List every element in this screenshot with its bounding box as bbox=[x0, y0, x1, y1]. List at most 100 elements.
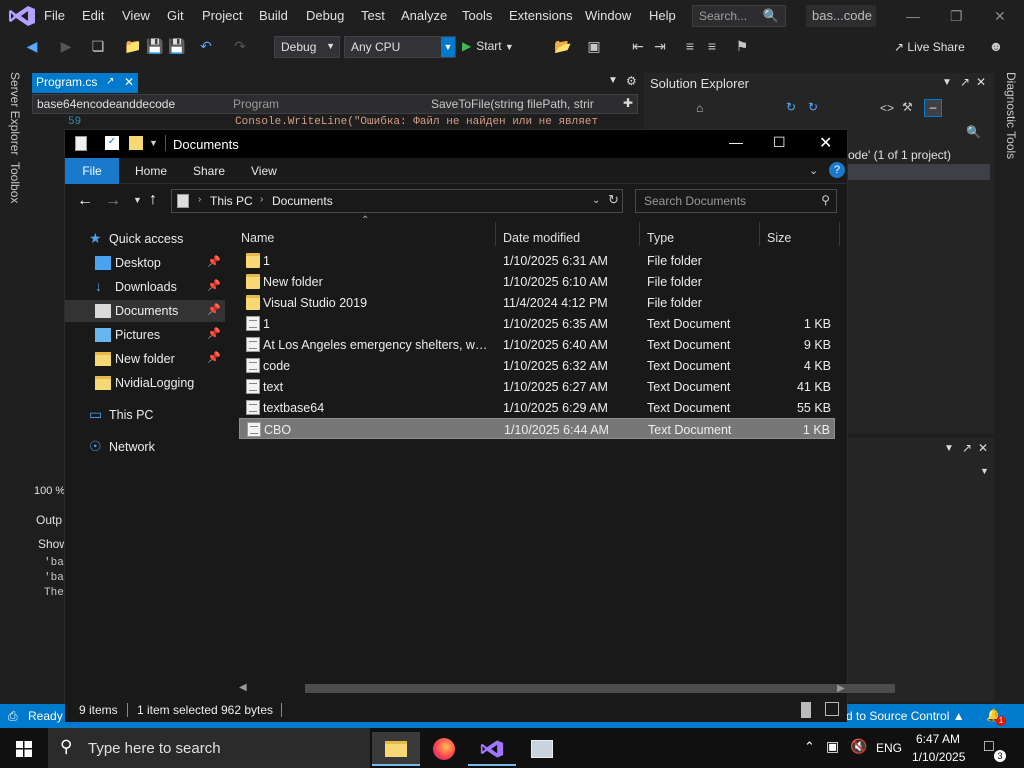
language-indicator[interactable]: ENG bbox=[876, 741, 902, 755]
volume-muted-icon[interactable]: 🔇 bbox=[850, 738, 867, 755]
column-header-name[interactable]: Name bbox=[241, 231, 274, 245]
server-explorer-tab[interactable]: Server Explorer bbox=[8, 72, 22, 155]
pin-icon[interactable]: 📌 bbox=[207, 255, 221, 268]
add-to-source-control[interactable]: d to Source Control ▲ bbox=[846, 709, 965, 723]
file-row[interactable]: 1 1/10/2025 6:31 AM File folder bbox=[239, 250, 835, 271]
file-row[interactable]: textbase64 1/10/2025 6:29 AM Text Document… bbox=[239, 397, 835, 418]
menu-git[interactable]: Git bbox=[167, 8, 184, 23]
chevron-down-icon[interactable]: ▼ bbox=[980, 466, 989, 476]
pin-icon[interactable]: 📌 bbox=[207, 303, 221, 316]
split-icon[interactable]: ✚ bbox=[623, 96, 633, 110]
member-dropdown[interactable]: SaveToFile(string filePath, strir bbox=[431, 97, 607, 111]
visual-studio-taskbar-button[interactable] bbox=[468, 732, 516, 766]
diagnostic-tools-tab[interactable]: Diagnostic Tools bbox=[1004, 72, 1018, 159]
menu-tools[interactable]: Tools bbox=[462, 8, 492, 23]
uncomment-icon[interactable]: ≡ bbox=[704, 38, 720, 54]
close-icon[interactable]: ✕ bbox=[978, 441, 988, 455]
class-dropdown[interactable]: Program bbox=[233, 97, 279, 111]
project-dropdown[interactable]: base64encodeanddecode bbox=[37, 97, 227, 111]
properties-icon[interactable]: ✓ bbox=[105, 136, 119, 150]
nav-item-network[interactable]: ☉ Network bbox=[65, 436, 225, 458]
pin-icon[interactable]: ↗ bbox=[960, 75, 970, 89]
tab-program-cs[interactable]: Program.cs ↗ ✕ bbox=[32, 73, 138, 93]
ribbon-tab-file[interactable]: File bbox=[65, 158, 119, 184]
minimize-icon[interactable]: — bbox=[729, 134, 743, 150]
save-icon[interactable]: 💾 bbox=[146, 38, 163, 54]
address-dropdown-icon[interactable]: ⌄ bbox=[592, 195, 600, 206]
feedback-icon[interactable]: ☻ bbox=[988, 38, 1004, 54]
preview-icon[interactable]: – bbox=[924, 99, 942, 117]
nav-item-downloads[interactable]: ↓ Downloads 📌 bbox=[65, 276, 225, 298]
breadcrumb-documents[interactable]: Documents bbox=[272, 194, 333, 208]
ribbon-tab-view[interactable]: View bbox=[251, 164, 277, 178]
maximize-icon[interactable]: ☐ bbox=[773, 134, 786, 151]
solution-title-badge[interactable]: bas...code bbox=[806, 5, 876, 27]
nav-item-new-folder[interactable]: New folder 📌 bbox=[65, 348, 225, 370]
minimize-icon[interactable]: — bbox=[906, 8, 920, 24]
large-icons-view-icon[interactable] bbox=[825, 702, 839, 716]
menu-debug[interactable]: Debug bbox=[306, 8, 344, 23]
nav-item-quick-access[interactable]: ★ Quick access bbox=[65, 228, 225, 250]
menu-build[interactable]: Build bbox=[259, 8, 288, 23]
refresh-icon[interactable]: ↻ bbox=[808, 100, 818, 114]
new-folder-icon[interactable] bbox=[129, 136, 143, 150]
file-row[interactable]: code 1/10/2025 6:32 AM Text Document 4 KB bbox=[239, 355, 835, 376]
nav-item-pictures[interactable]: Pictures 📌 bbox=[65, 324, 225, 346]
address-bar[interactable]: › This PC › Documents ⌄ ↻ bbox=[171, 189, 623, 213]
code-view-icon[interactable]: <> bbox=[880, 101, 894, 115]
close-icon[interactable]: ✕ bbox=[819, 133, 832, 153]
action-center-icon[interactable]: □ bbox=[984, 738, 994, 756]
column-header-type[interactable]: Type bbox=[647, 231, 674, 245]
scroll-right-icon[interactable]: ▶ bbox=[837, 683, 845, 694]
column-divider[interactable] bbox=[495, 222, 496, 246]
start-button[interactable]: ▶ Start ▼ bbox=[462, 39, 514, 53]
live-share-button[interactable]: ↗ Live Share bbox=[894, 40, 965, 54]
redo-icon[interactable]: ↷ bbox=[232, 38, 248, 54]
pin-icon[interactable]: 📌 bbox=[207, 327, 221, 340]
close-icon[interactable]: ✕ bbox=[976, 75, 986, 89]
refresh-icon[interactable]: ↻ bbox=[608, 192, 619, 208]
clock-time[interactable]: 6:47 AM bbox=[916, 732, 960, 746]
ribbon-tab-share[interactable]: Share bbox=[193, 164, 225, 178]
ribbon-tab-home[interactable]: Home bbox=[135, 164, 167, 178]
file-explorer-taskbar-button[interactable] bbox=[372, 732, 420, 766]
solution-node[interactable]: ode' (1 of 1 project) bbox=[848, 148, 951, 162]
save-all-icon[interactable]: 💾 bbox=[168, 38, 185, 54]
comment-icon[interactable]: ≡ bbox=[682, 38, 698, 54]
file-row[interactable]: CBO 1/10/2025 6:44 AM Text Document 1 KB bbox=[239, 418, 835, 439]
platform-dropdown[interactable]: Any CPU ▼ bbox=[344, 36, 456, 58]
settings-icon[interactable]: ⚙ bbox=[626, 74, 637, 88]
pin-icon[interactable]: 📌 bbox=[207, 351, 221, 364]
selected-tree-row[interactable] bbox=[848, 164, 990, 180]
app-taskbar-button[interactable] bbox=[518, 732, 566, 766]
scrollbar-thumb[interactable] bbox=[305, 684, 895, 693]
pin-icon[interactable]: 📌 bbox=[207, 279, 221, 292]
screenshot-icon[interactable]: ▣ bbox=[586, 38, 602, 54]
menu-project[interactable]: Project bbox=[202, 8, 242, 23]
details-view-icon[interactable] bbox=[801, 702, 811, 718]
recent-locations-icon[interactable]: ▼ bbox=[133, 195, 142, 205]
menu-test[interactable]: Test bbox=[361, 8, 385, 23]
file-row[interactable]: At Los Angeles emergency shelters, wildf… bbox=[239, 334, 835, 355]
bookmark-icon[interactable]: ⚑ bbox=[734, 38, 750, 54]
horizontal-scrollbar[interactable]: ◀ bbox=[237, 680, 895, 696]
taskbar-search-box[interactable]: ⚲ Type here to search bbox=[48, 728, 370, 768]
config-dropdown[interactable]: Debug ▼ bbox=[274, 36, 340, 58]
column-divider[interactable] bbox=[839, 222, 840, 246]
visual-studio-logo-icon[interactable] bbox=[8, 5, 36, 27]
nav-item-documents[interactable]: Documents 📌 bbox=[65, 300, 225, 322]
open-icon[interactable]: 📁 bbox=[124, 38, 141, 54]
clock-date[interactable]: 1/10/2025 bbox=[912, 750, 965, 764]
maximize-icon[interactable]: ❐ bbox=[950, 8, 963, 25]
back-icon[interactable]: ◀ bbox=[24, 38, 40, 54]
column-header-date[interactable]: Date modified bbox=[503, 231, 580, 245]
indent-icon[interactable]: ⇥ bbox=[652, 38, 668, 54]
scroll-left-icon[interactable]: ◀ bbox=[239, 682, 247, 693]
folder-open-icon[interactable]: 📂 bbox=[554, 38, 571, 54]
close-icon[interactable]: ✕ bbox=[994, 8, 1006, 25]
menu-extensions[interactable]: Extensions bbox=[509, 8, 573, 23]
sync-icon[interactable]: ↻ bbox=[786, 100, 796, 114]
firefox-taskbar-button[interactable] bbox=[420, 732, 468, 766]
breadcrumb-this-pc[interactable]: This PC bbox=[210, 194, 253, 208]
column-divider[interactable] bbox=[639, 222, 640, 246]
